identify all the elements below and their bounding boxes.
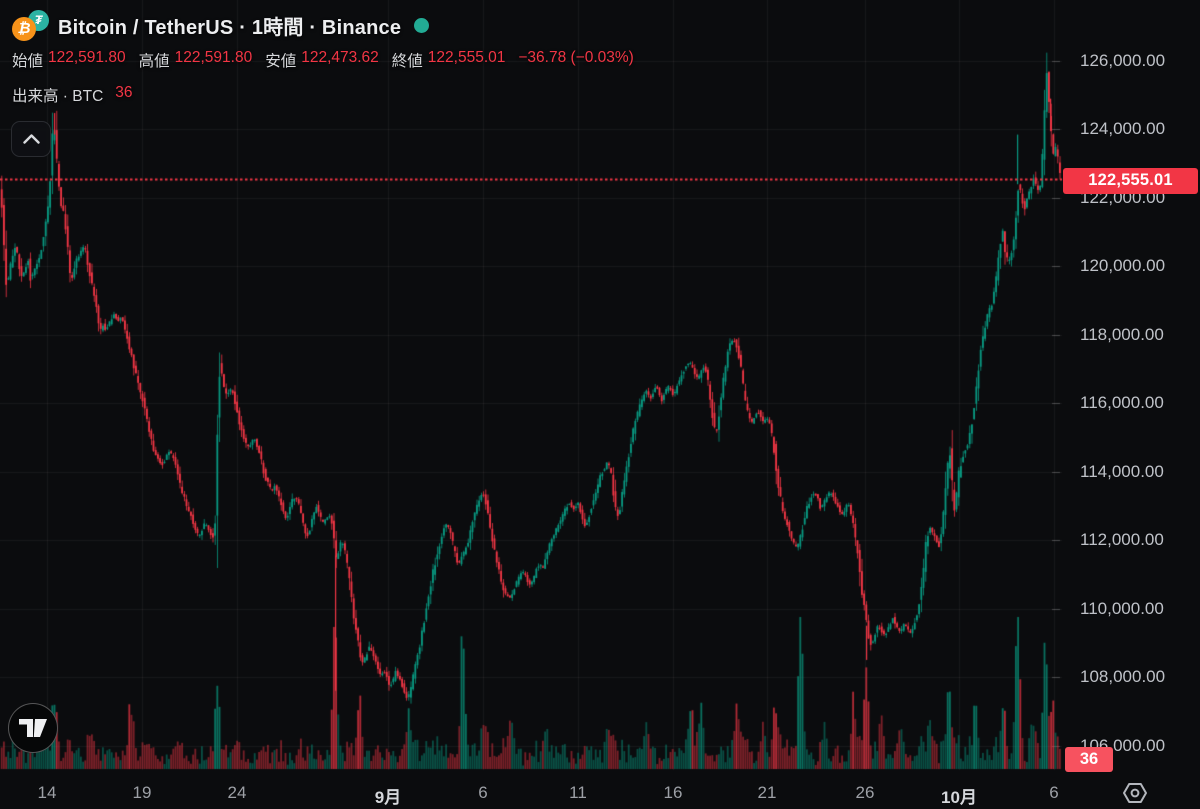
- last-volume-badge: 36: [1065, 747, 1113, 772]
- price-tick-label: 116,000.00: [1080, 393, 1164, 413]
- high-label: 高値: [139, 49, 170, 71]
- time-tick-label: 24: [228, 783, 247, 803]
- volume-row: 出来高 · BTC 36: [12, 84, 634, 106]
- price-tick-label: 120,000.00: [1080, 256, 1165, 276]
- time-tick-label: 21: [758, 783, 777, 803]
- high-value: 122,591.80: [175, 49, 253, 71]
- last-price-badge: 122,555.01: [1063, 168, 1198, 194]
- volume-value: 36: [115, 84, 132, 106]
- settings-gear-icon[interactable]: [1122, 781, 1148, 805]
- chevron-up-icon: [23, 134, 40, 144]
- collapse-header-button[interactable]: [11, 121, 51, 157]
- tradingview-icon: [18, 718, 48, 738]
- time-tick-label: 19: [133, 783, 152, 803]
- time-tick-label: 6: [1049, 783, 1058, 803]
- open-label: 始値: [12, 49, 43, 71]
- time-tick-label: 16: [664, 783, 683, 803]
- price-tick-label: 126,000.00: [1080, 51, 1165, 71]
- low-value: 122,473.62: [301, 49, 379, 71]
- ohlc-row: 始値122,591.80 高値122,591.80 安値122,473.62 終…: [12, 49, 634, 71]
- price-tick-label: 124,000.00: [1080, 119, 1165, 139]
- time-tick-label: 9月: [375, 783, 401, 808]
- change-value: −36.78 (−0.03%): [518, 49, 633, 71]
- bitcoin-tether-pair-icon: ₮ ₿: [12, 10, 49, 41]
- symbol-title[interactable]: Bitcoin / TetherUS · 1時間 · Binance: [58, 11, 401, 40]
- price-tick-label: 118,000.00: [1080, 325, 1164, 345]
- time-tick-label: 6: [478, 783, 487, 803]
- tradingview-logo[interactable]: [8, 703, 58, 753]
- time-tick-label: 26: [856, 783, 875, 803]
- low-label: 安値: [265, 49, 296, 71]
- price-tick-label: 108,000.00: [1080, 667, 1165, 687]
- time-tick-label: 14: [38, 783, 57, 803]
- market-open-status-icon: [414, 18, 429, 33]
- candlestick-chart-canvas[interactable]: [0, 0, 1200, 809]
- open-value: 122,591.80: [48, 49, 126, 71]
- price-tick-label: 114,000.00: [1080, 462, 1164, 482]
- volume-label: 出来高 · BTC: [12, 84, 103, 106]
- symbol-title-row[interactable]: ₮ ₿ Bitcoin / TetherUS · 1時間 · Binance: [12, 8, 634, 42]
- close-label: 終値: [392, 49, 423, 71]
- symbol-header: ₮ ₿ Bitcoin / TetherUS · 1時間 · Binance 始…: [12, 8, 634, 106]
- price-tick-label: 112,000.00: [1080, 530, 1164, 550]
- time-tick-label: 11: [569, 783, 587, 803]
- trading-chart-app: 126,000.00124,000.00122,000.00120,000.00…: [0, 0, 1200, 809]
- price-tick-label: 110,000.00: [1080, 599, 1164, 619]
- bitcoin-icon: ₿: [12, 17, 36, 41]
- time-tick-label: 10月: [941, 783, 977, 808]
- close-value: 122,555.01: [428, 49, 506, 71]
